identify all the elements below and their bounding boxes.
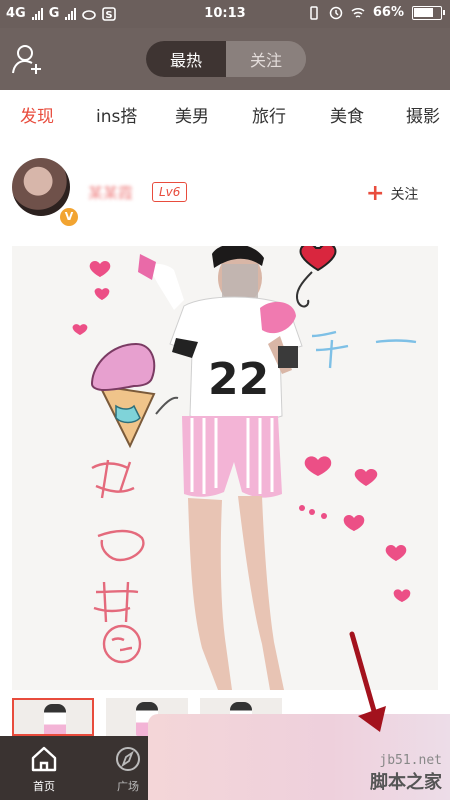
nav-home-label: 首页 <box>33 780 55 793</box>
tab-following[interactable]: 关注 <box>226 41 306 77</box>
watermark-domain: jb51.net <box>379 753 442 768</box>
post-header: V 某某霞 Lv6 + 关注 <box>0 148 450 242</box>
plus-icon: + <box>366 181 385 206</box>
tab-discover-label: 发现 <box>20 107 54 127</box>
user-add-icon[interactable] <box>10 42 44 76</box>
tab-photography[interactable]: 摄影 <box>406 102 440 127</box>
follow-button[interactable]: + 关注 <box>366 181 419 206</box>
level-badge: Lv6 <box>152 182 188 202</box>
thumbnail-1-image <box>44 704 66 734</box>
tab-photography-label: 摄影 <box>406 107 440 127</box>
battery-icon <box>412 5 445 20</box>
tab-ins-outfit-label: ins搭 <box>96 107 138 127</box>
tab-hottest[interactable]: 最热 <box>146 41 226 77</box>
wifi-icon <box>351 7 365 18</box>
feed-toggle: 最热 关注 <box>146 41 306 77</box>
battery-percent: 66% <box>372 5 404 20</box>
photo-illustration: 22 <box>12 246 438 690</box>
annotation-arrow <box>349 631 386 732</box>
status-bar: 4G G S 10:13 66% <box>0 0 450 28</box>
thumbnail-1[interactable] <box>12 698 94 736</box>
svg-text:22: 22 <box>208 354 269 405</box>
alarm-icon <box>329 6 343 19</box>
nav-home[interactable]: 首页 <box>14 742 74 794</box>
vibrate-icon <box>310 5 318 20</box>
post-photo[interactable]: 22 <box>12 246 438 690</box>
bottom-overlay-panel: jb51.net 脚本之家 <box>148 714 450 800</box>
tab-handsome-men-label: 美男 <box>175 107 209 127</box>
nav-square-label: 广场 <box>117 780 139 793</box>
follow-label: 关注 <box>390 187 419 203</box>
watermark: jb51.net 脚本之家 <box>370 753 442 794</box>
tab-travel-label: 旅行 <box>252 107 286 127</box>
tab-food-label: 美食 <box>330 107 364 127</box>
compass-icon <box>116 747 140 771</box>
app-header: 最热 关注 <box>0 28 450 90</box>
verified-badge: V <box>60 208 78 226</box>
username[interactable]: 某某霞 <box>88 182 133 203</box>
tab-ins-outfit[interactable]: ins搭 <box>96 102 137 127</box>
tab-handsome-men[interactable]: 美男 <box>175 102 209 127</box>
tab-travel[interactable]: 旅行 <box>252 102 286 127</box>
home-icon <box>31 746 57 772</box>
tab-discover[interactable]: 发现 <box>20 102 54 127</box>
tab-food[interactable]: 美食 <box>330 102 364 127</box>
avatar[interactable] <box>12 158 70 216</box>
watermark-brand: 脚本之家 <box>370 772 442 793</box>
